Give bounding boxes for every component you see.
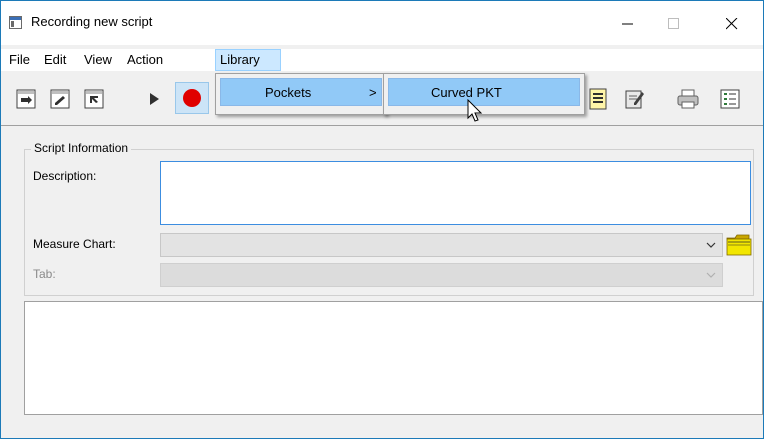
window-title: Recording new script (31, 14, 153, 29)
measure-chart-select[interactable] (160, 233, 723, 257)
app-window-icon (9, 16, 22, 29)
folder-icon[interactable] (725, 230, 753, 258)
maximize-button[interactable] (651, 9, 697, 39)
record-icon (183, 89, 201, 107)
minimize-icon (622, 23, 633, 25)
list-button[interactable] (585, 86, 611, 112)
menu-edit[interactable]: Edit (40, 49, 70, 71)
description-field[interactable] (160, 161, 751, 225)
script-edit-icon (50, 89, 70, 109)
list-icon (589, 88, 607, 110)
menu-library[interactable]: Library (215, 49, 281, 71)
menu-item-pockets[interactable]: Pockets > (220, 78, 382, 106)
submenu-arrow-icon: > (369, 85, 377, 100)
script-export-button[interactable] (81, 86, 107, 112)
app-window: Recording new script File Edit View Acti… (0, 0, 764, 439)
pockets-submenu: Curved PKT (383, 73, 585, 115)
script-import-icon (16, 89, 36, 109)
minimize-button[interactable] (605, 9, 651, 39)
details-button[interactable] (717, 86, 743, 112)
script-edit-button[interactable] (47, 86, 73, 112)
script-info-title: Script Information (31, 141, 132, 155)
notes-button[interactable] (621, 86, 647, 112)
play-button[interactable] (141, 86, 167, 112)
measure-chart-label: Measure Chart: (33, 237, 116, 251)
menu-bar: File Edit View Action Library (1, 49, 763, 71)
menu-item-curved-pkt[interactable]: Curved PKT (388, 78, 580, 106)
menu-action[interactable]: Action (123, 49, 167, 71)
chevron-down-icon (706, 242, 716, 248)
tab-select[interactable] (160, 263, 723, 287)
details-icon (720, 89, 740, 109)
menu-view[interactable]: View (80, 49, 116, 71)
chevron-down-icon (706, 272, 716, 278)
script-import-button[interactable] (13, 86, 39, 112)
close-button[interactable] (709, 9, 755, 39)
play-icon (150, 93, 159, 105)
print-icon (677, 89, 699, 109)
maximize-icon (668, 18, 679, 29)
record-button[interactable] (175, 82, 209, 114)
description-label: Description: (33, 169, 97, 183)
menu-file[interactable]: File (5, 49, 34, 71)
tab-label: Tab: (33, 267, 56, 281)
notes-icon (625, 90, 644, 109)
title-bar: Recording new script (1, 1, 763, 45)
script-steps-panel[interactable] (24, 301, 763, 415)
library-menu: Pockets > (215, 73, 387, 115)
mouse-cursor-icon (467, 99, 483, 122)
script-export-icon (84, 89, 104, 109)
menu-item-pockets-label: Pockets (265, 85, 312, 100)
print-button[interactable] (675, 86, 701, 112)
close-icon (726, 18, 738, 30)
